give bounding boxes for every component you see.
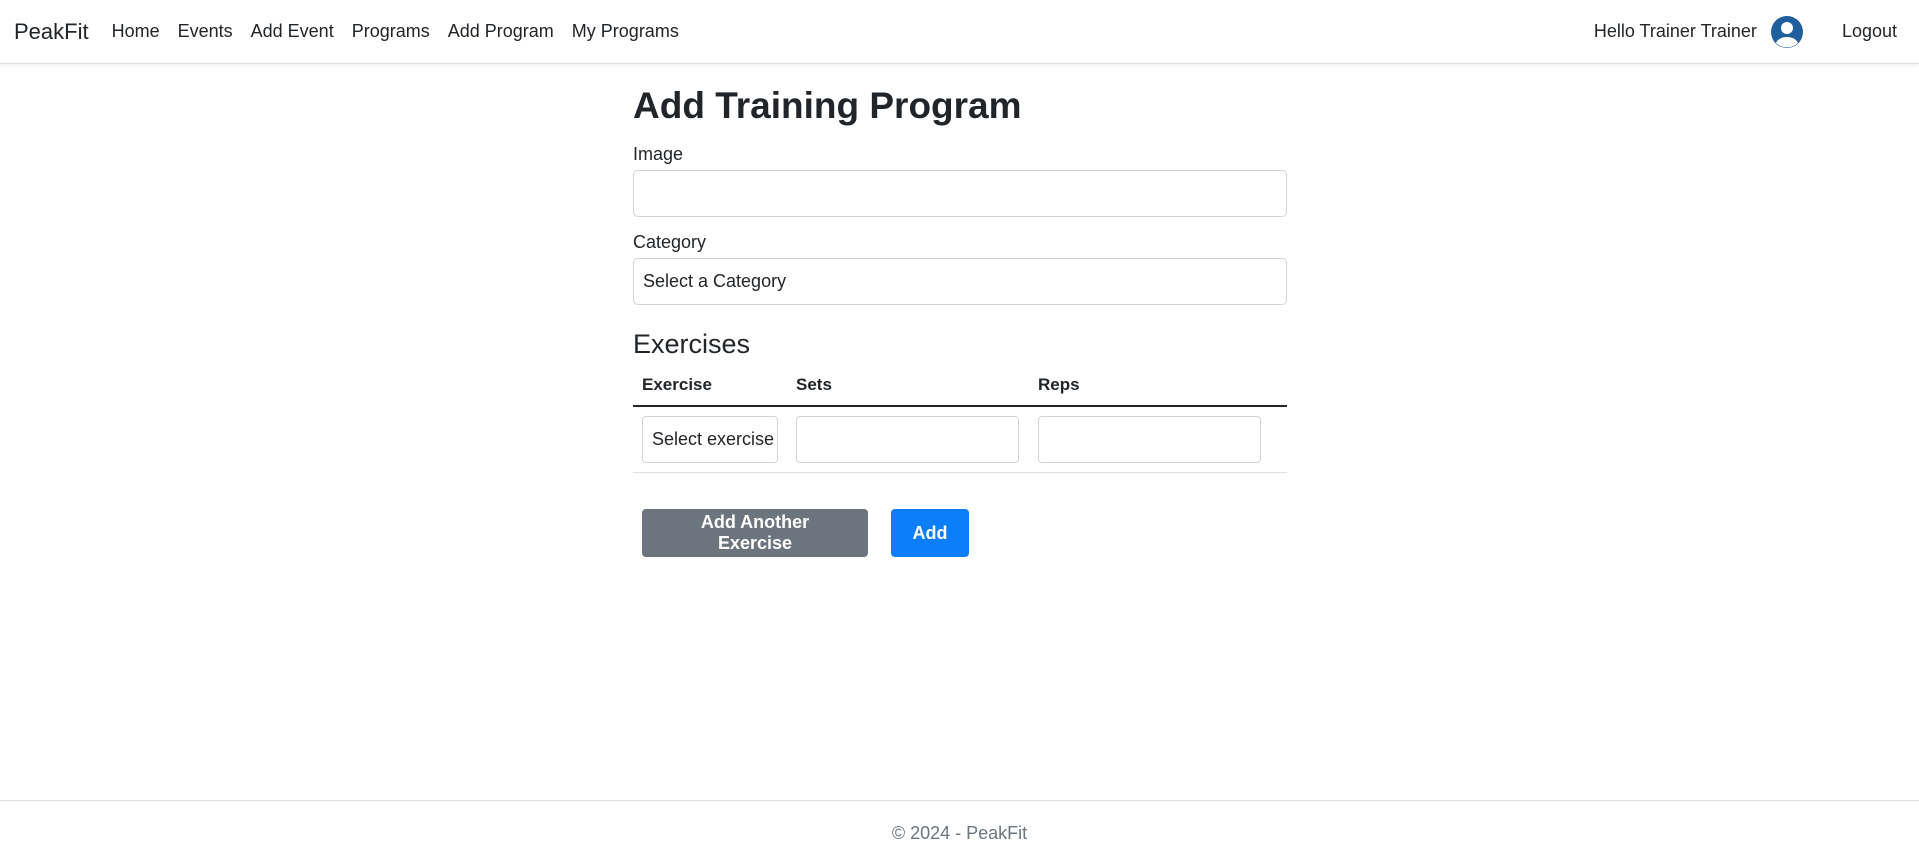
reps-cell xyxy=(1029,406,1287,473)
sets-input[interactable] xyxy=(796,416,1019,463)
form-actions: Add Another Exercise Add xyxy=(642,509,1287,557)
user-avatar-icon[interactable] xyxy=(1770,15,1803,48)
reps-input[interactable] xyxy=(1038,416,1261,463)
add-another-exercise-button[interactable]: Add Another Exercise xyxy=(642,509,868,557)
exercises-table: Exercise Sets Reps Select exercise xyxy=(633,375,1287,473)
image-label: Image xyxy=(633,144,684,164)
user-greeting: Hello Trainer Trainer xyxy=(1593,21,1757,41)
category-select[interactable]: Select a Category xyxy=(633,258,1287,305)
page-title: Add Training Program xyxy=(633,85,1022,126)
add-button[interactable]: Add xyxy=(891,509,969,557)
logout-link[interactable]: Logout xyxy=(1842,21,1897,42)
nav-my-programs-link[interactable]: My Programs xyxy=(572,21,679,42)
footer: © 2024 - PeakFit xyxy=(0,800,1919,867)
exercises-heading: Exercises xyxy=(633,329,751,359)
add-program-form: Add Training Program Image Category Sele… xyxy=(633,83,1287,557)
footer-copyright: © 2024 - PeakFit xyxy=(891,823,1028,843)
column-header-reps: Reps xyxy=(1029,375,1287,407)
nav-programs-link[interactable]: Programs xyxy=(352,21,430,42)
sets-cell xyxy=(787,406,1029,473)
user-area: Hello Trainer Trainer Logout xyxy=(1593,15,1919,48)
column-header-sets: Sets xyxy=(787,375,1029,407)
column-header-exercise: Exercise xyxy=(633,375,787,407)
nav-events-link[interactable]: Events xyxy=(178,21,233,42)
top-navbar: PeakFit Home Events Add Event Programs A… xyxy=(0,0,1919,64)
exercise-cell: Select exercise xyxy=(633,406,787,473)
table-row: Select exercise xyxy=(633,406,1287,473)
nav-add-event-link[interactable]: Add Event xyxy=(251,21,334,42)
image-input[interactable] xyxy=(633,170,1287,217)
brand-link[interactable]: PeakFit xyxy=(14,19,89,45)
exercise-select[interactable]: Select exercise xyxy=(642,416,778,463)
category-label: Category xyxy=(633,232,707,252)
nav-home-link[interactable]: Home xyxy=(112,21,160,42)
table-header-row: Exercise Sets Reps xyxy=(633,375,1287,407)
nav-add-program-link[interactable]: Add Program xyxy=(448,21,554,42)
